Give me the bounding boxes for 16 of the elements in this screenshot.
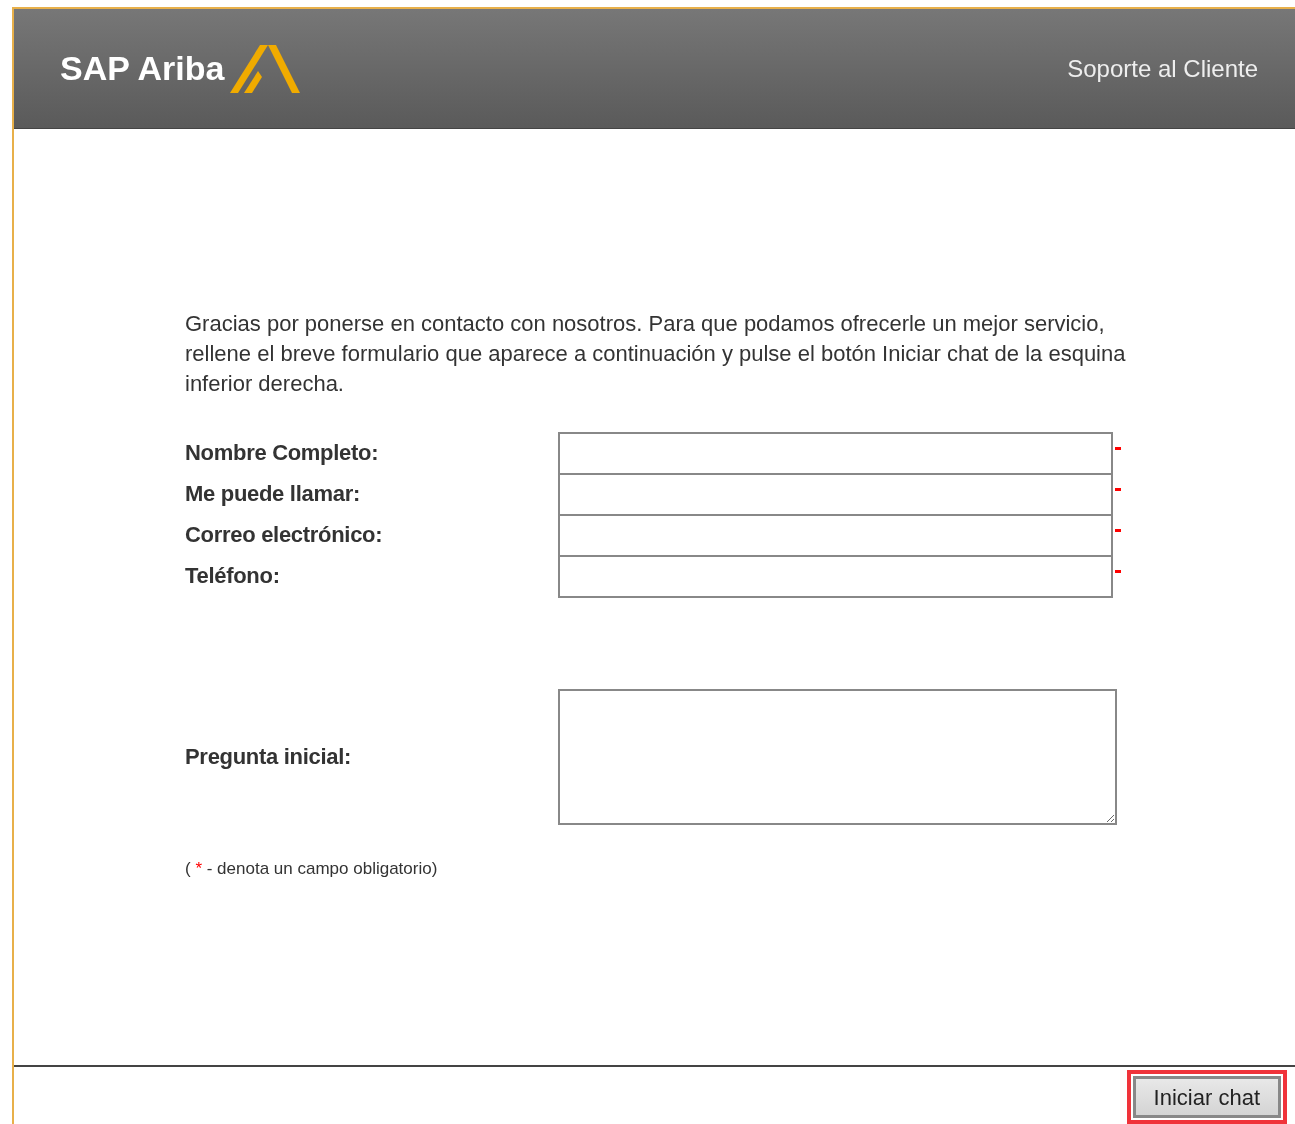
intro-text: Gracias por ponerse en contacto con nosotros. Para que podamos ofrecerle un mejor servicio, rellene el breve formulario que aparece a continuación y pulse el botón Iniciar chat de la esquina inferior derecha.	[185, 310, 1127, 398]
field-label: Teléfono:	[185, 563, 281, 589]
note-text: ( * - denota un campo obligatorio)	[185, 859, 438, 878]
input-field[interactable]	[558, 472, 1113, 516]
customer-support-link[interactable]: Soporte al Cliente	[1067, 54, 1258, 83]
logo-icon	[230, 44, 301, 93]
start-chat-button[interactable]: Iniciar chat	[1132, 1076, 1281, 1118]
question-field[interactable]	[558, 689, 1117, 825]
input-field[interactable]	[558, 431, 1113, 475]
brand-name: SAP Ariba	[60, 49, 225, 88]
field-label: Nombre Completo:	[185, 440, 380, 466]
field-label: Correo electrónico:	[185, 522, 384, 548]
input-field[interactable]	[558, 554, 1113, 598]
input-field[interactable]	[558, 513, 1113, 557]
field-label: Pregunta inicial:	[185, 744, 353, 770]
field-label: Me puede llamar:	[185, 481, 361, 507]
